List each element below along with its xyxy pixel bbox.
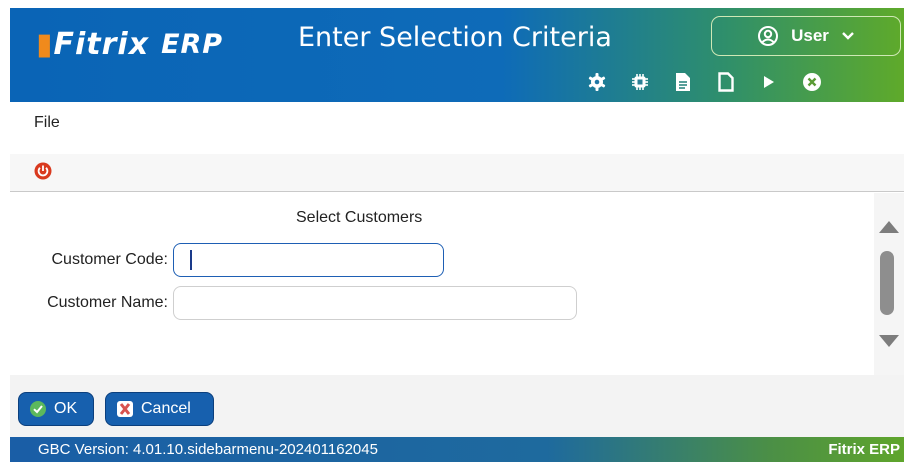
user-circle-icon <box>758 26 779 46</box>
action-bar <box>10 154 904 192</box>
scroll-up-arrow[interactable] <box>879 221 899 233</box>
selection-form: Select Customers Customer Code: Customer… <box>10 193 874 375</box>
close-circle-icon[interactable] <box>800 70 824 94</box>
logo-mark: ▮ <box>36 26 54 62</box>
chip-icon[interactable] <box>628 70 652 94</box>
customer-name-label: Customer Name: <box>47 294 168 311</box>
app-logo: ▮ Fitrix ERP <box>36 24 223 64</box>
cancel-button[interactable]: Cancel <box>105 392 214 426</box>
menu-file[interactable]: File <box>34 114 60 132</box>
status-bar: GBC Version: 4.01.10.sidebarmenu-2024011… <box>10 437 904 462</box>
document-text-icon[interactable] <box>671 70 695 94</box>
page-title: Enter Selection Criteria <box>298 22 612 53</box>
product-name: Fitrix ERP <box>828 441 900 458</box>
document-icon[interactable] <box>714 70 738 94</box>
power-icon[interactable] <box>34 162 52 180</box>
text-caret <box>190 250 192 270</box>
gear-icon[interactable] <box>585 70 609 94</box>
customer-code-input[interactable] <box>173 243 444 277</box>
scroll-down-arrow[interactable] <box>879 335 899 347</box>
logo-suffix: ERP <box>161 28 224 60</box>
user-menu-button[interactable]: User <box>711 16 901 56</box>
form-title: Select Customers <box>296 209 423 226</box>
gbc-version-text: GBC Version: 4.01.10.sidebarmenu-2024011… <box>38 441 378 458</box>
button-bar: OK Cancel <box>10 375 904 437</box>
customer-code-label: Customer Code: <box>51 251 169 268</box>
cancel-x-icon <box>117 401 133 417</box>
play-icon[interactable] <box>757 70 781 94</box>
chevron-down-icon <box>842 32 854 40</box>
menu-bar: File <box>10 102 904 154</box>
scroll-thumb[interactable] <box>880 251 894 315</box>
cancel-label: Cancel <box>141 400 191 417</box>
title-bar: ▮ Fitrix ERP Enter Selection Criteria Us… <box>10 8 904 102</box>
ok-label: OK <box>54 400 78 417</box>
ok-button[interactable]: OK <box>18 392 94 426</box>
customer-name-input[interactable] <box>173 286 577 320</box>
user-label: User <box>791 26 829 45</box>
check-circle-icon <box>30 401 46 417</box>
logo-text: Fitrix <box>53 26 150 62</box>
vertical-scrollbar[interactable] <box>874 193 904 375</box>
